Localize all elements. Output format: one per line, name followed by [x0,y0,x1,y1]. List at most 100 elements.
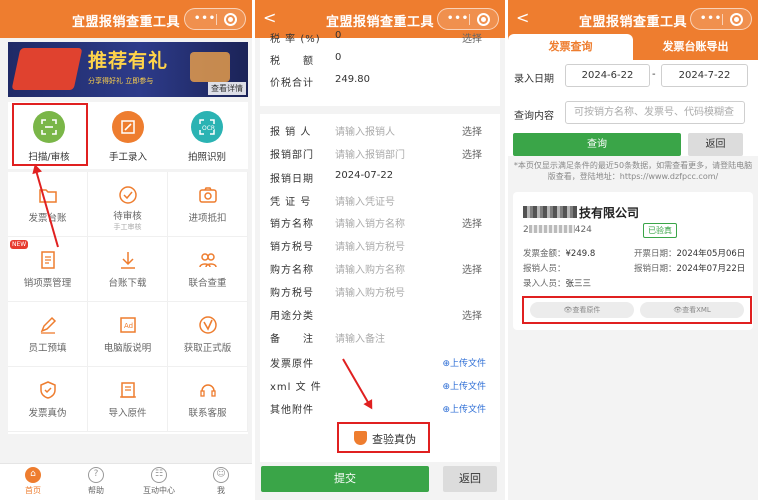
grid-item-pc-guide[interactable]: Ad 电脑版说明 [88,302,168,367]
grid-item-joint-check[interactable]: 联合查重 [168,237,248,302]
grid-label: 电脑版说明 [103,343,152,354]
reimb-date-label: 报销日期： [634,264,677,274]
form-row-seller-tax-id[interactable]: 销方税号 请输入销方税号 [260,233,500,255]
grid-label: 待审核 [113,211,142,222]
grid-label: 导入原件 [108,408,147,419]
department-input[interactable]: 请输入报销部门 [335,146,405,161]
grid-item-invoice-authenticity[interactable]: 发票真伪 [8,367,88,432]
buyer-name-input[interactable]: 请输入购方名称 [335,261,405,276]
upload-xml-button[interactable]: ⊕上传文件 [442,379,486,392]
grid-item-pending-review[interactable]: 待审核 手工审核 [88,172,168,237]
mini-program-capsule[interactable]: ••• [690,8,752,30]
remark-input[interactable]: 请输入备注 [335,330,385,345]
upload-invoice-button[interactable]: ⊕上传文件 [442,356,486,369]
field-label: 销方税号 [270,242,314,253]
query-button[interactable]: 查询 [513,133,681,156]
redacted-block [528,225,575,233]
seller-tax-id-input[interactable]: 请输入销方税号 [335,238,405,253]
manual-entry-button[interactable]: 手工录入 [89,111,167,163]
reimburser-input[interactable]: 请输入报销人 [335,123,395,138]
upload-other-button[interactable]: ⊕上传文件 [442,402,486,415]
notice-text: *本页仅显示满足条件的最近50条数据，如需查看更多，请登陆电脑版查看，登陆地址：… [513,161,753,181]
tab-label: 首页 [25,486,41,495]
tab-me[interactable]: ☺ 我 [191,467,251,496]
form-row-other-file: 其他附件 ⊕上传文件 [260,396,500,418]
more-icon[interactable]: ••• [194,12,216,26]
highlight-box-view-buttons: 👁查看原件 👁查看XML [522,296,752,324]
grid-item-import-original[interactable]: 导入原件 [88,367,168,432]
field-label: 其他附件 [270,405,314,416]
submit-button[interactable]: 提交 [261,466,429,492]
form-row-buyer-name[interactable]: 购方名称 请输入购方名称 选择 [260,256,500,278]
field-label: 用途分类 [270,311,314,322]
field-label: xml 文 件 [270,382,322,393]
field-label: 发票原件 [270,359,314,370]
more-icon[interactable]: ••• [447,12,469,26]
back-button[interactable]: 返回 [443,466,497,492]
promo-banner[interactable]: 推荐有礼 分享得好礼 立即参与 查看详情 [8,42,248,97]
tab-label: 互动中心 [143,486,175,495]
form-row-reimburser[interactable]: 报 销 人 请输入报销人 选择 [260,118,500,140]
entry-person-label: 录入人员： [523,279,566,289]
form-row-buyer-tax-id[interactable]: 购方税号 请输入购方税号 [260,279,500,301]
back-button[interactable]: 返回 [688,133,743,156]
photo-ocr-button[interactable]: OCR 拍照识别 [168,111,246,163]
grid-label: 获取正式版 [183,343,232,354]
form-row-department[interactable]: 报销部门 请输入报销部门 选择 [260,141,500,163]
voucher-input[interactable]: 请输入凭证号 [335,193,395,208]
buyer-tax-id-input[interactable]: 请输入购方税号 [335,284,405,299]
grid-item-invoice-ledger[interactable]: 发票台账 [8,172,88,237]
select-link[interactable]: 选择 [462,146,482,161]
form-row-invoice-file: 发票原件 ⊕上传文件 [260,350,500,372]
grid-item-get-full-version[interactable]: 获取正式版 [168,302,248,367]
banner-detail-link[interactable]: 查看详情 [208,82,246,95]
tab-help[interactable]: ? 帮助 [66,467,126,496]
grid-item-customer-service[interactable]: 联系客服 [168,367,248,432]
tab-ledger-export[interactable]: 发票台账导出 [633,34,758,60]
field-label: 备 注 [270,334,314,345]
form-row-voucher[interactable]: 凭 证 号 请输入凭证号 [260,188,500,210]
grid-item-input-deduction[interactable]: 进项抵扣 [168,172,248,237]
tab-invoice-query[interactable]: 发票查询 [508,34,633,60]
form-row-tax-rate[interactable]: 税 率 (%) 0 选择 [260,25,500,47]
date-input[interactable]: 2024-07-22 [335,170,393,181]
select-link[interactable]: 选择 [462,307,482,322]
form-row-seller-name[interactable]: 销方名称 请输入销方名称 选择 [260,210,500,232]
amount-field: 发票金额：¥249.8 [523,247,595,259]
more-icon[interactable]: ••• [700,12,722,26]
grid-label: 台账下载 [108,278,147,289]
select-link[interactable]: 选择 [462,123,482,138]
tab-home[interactable]: ⌂ 首页 [3,467,63,496]
people-icon [198,253,217,268]
close-mini-program-icon[interactable] [224,13,237,26]
mini-program-capsule[interactable]: ••• [184,8,246,30]
view-original-button[interactable]: 👁查看原件 [530,302,634,318]
query-tabs: 发票查询 发票台账导出 [508,34,758,60]
form-row-total: 价税合计 249.80 [260,69,500,91]
interaction-icon: ☷ [151,467,167,483]
select-link[interactable]: 选择 [462,261,482,276]
grid-item-employee-prefill[interactable]: 员工预填 [8,302,88,367]
seller-name-input[interactable]: 请输入销方名称 [335,215,405,230]
query-input[interactable]: 可按销方名称、发票号、代码模糊查 [565,101,745,124]
top-bar: 宜盟报销查重工具 ••• [0,0,252,38]
date-to-input[interactable]: 2024-7-22 [661,64,748,87]
reimburser-label: 报销人员： [523,264,566,274]
close-mini-program-icon[interactable] [730,13,743,26]
manual-entry-label: 手工录入 [108,152,147,163]
select-link[interactable]: 选择 [462,215,482,230]
amount-label: 发票金额： [523,249,566,259]
form-row-purpose[interactable]: 用途分类 选择 [260,302,500,324]
select-link[interactable]: 选择 [462,30,482,45]
tab-interaction-center[interactable]: ☷ 互动中心 [129,467,189,496]
grid-item-ledger-download[interactable]: 台账下载 [88,237,168,302]
verify-authenticity-button[interactable]: 查验真伪 [337,422,430,453]
field-label: 报销部门 [270,150,314,161]
view-xml-button[interactable]: 👁查看XML [640,302,744,318]
form-row-remark[interactable]: 备 注 请输入备注 [260,325,500,347]
field-value: 0 [335,30,342,41]
form-row-date[interactable]: 报销日期 2024-07-22 [260,165,500,187]
date-from-input[interactable]: 2024-6-22 [565,64,650,87]
entry-person-field: 录入人员：张三三 [523,277,591,289]
field-label: 报 销 人 [270,127,312,138]
